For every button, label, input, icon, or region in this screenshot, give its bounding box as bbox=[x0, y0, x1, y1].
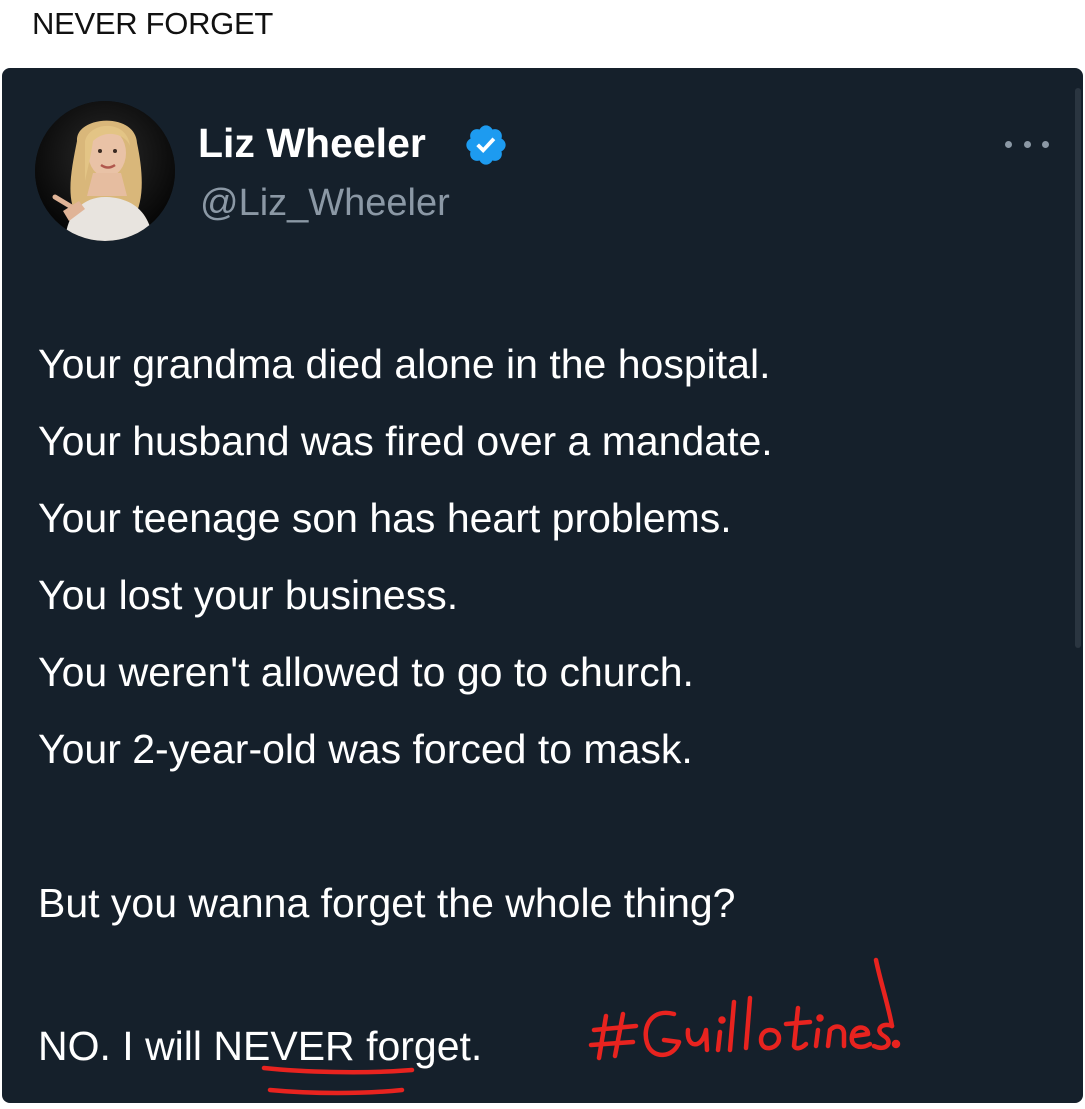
author-handle[interactable]: @Liz_Wheeler bbox=[200, 182, 450, 225]
final-prefix: NO. I will bbox=[38, 1023, 214, 1069]
tweet-card: Liz Wheeler @Liz_Wheeler Your grandma di… bbox=[2, 68, 1083, 1103]
final-emphasis: NEVER bbox=[213, 1023, 355, 1069]
tweet-line: Your grandma died alone in the hospital. bbox=[38, 341, 771, 387]
tweet-line: You weren't allowed to go to church. bbox=[38, 649, 694, 695]
more-options-icon[interactable] bbox=[1005, 134, 1049, 154]
verified-badge-icon bbox=[466, 125, 506, 165]
annotation-text: #Guillotines! bbox=[2, 68, 3, 69]
avatar-photo bbox=[35, 101, 175, 241]
tweet-line: But you wanna forget the whole thing? bbox=[38, 880, 736, 926]
more-dot bbox=[1005, 140, 1012, 148]
tweet-line: Your teenage son has heart problems. bbox=[38, 495, 732, 541]
tweet-line: Your 2-year-old was forced to mask. bbox=[38, 726, 693, 772]
final-suffix: forget. bbox=[354, 1023, 483, 1069]
tweet-final-line: NO. I will NEVER forget. bbox=[38, 1023, 482, 1070]
tweet-text: Your grandma died alone in the hospital.… bbox=[38, 326, 773, 942]
tweet-line bbox=[38, 788, 773, 865]
more-dot bbox=[1023, 140, 1031, 148]
page-title: NEVER FORGET bbox=[32, 6, 273, 41]
tweet-line: Your husband was fired over a mandate. bbox=[38, 418, 773, 464]
scrollbar-thumb[interactable] bbox=[1075, 88, 1081, 648]
more-dot bbox=[1042, 140, 1049, 148]
tweet-line: You lost your business. bbox=[38, 572, 459, 618]
avatar[interactable] bbox=[35, 101, 175, 241]
author-name[interactable]: Liz Wheeler bbox=[198, 120, 426, 167]
